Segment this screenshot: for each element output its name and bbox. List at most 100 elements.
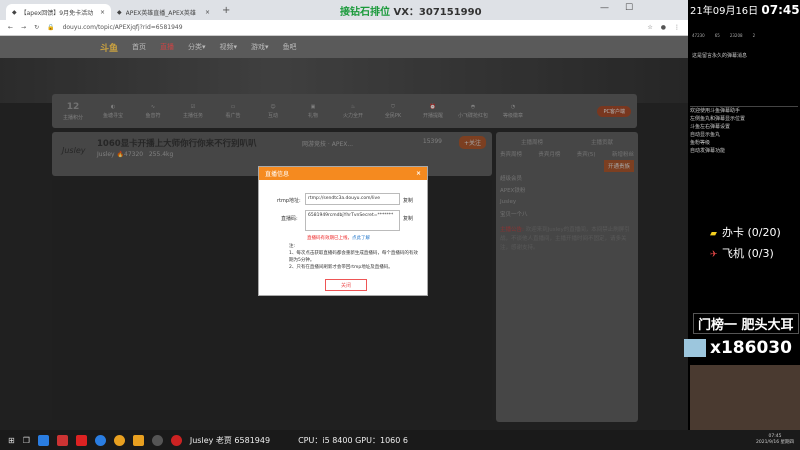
subtab[interactable]: 贵宾周榜 <box>500 150 522 158</box>
nav-yuba[interactable]: 鱼吧 <box>283 42 297 52</box>
maximize-button[interactable]: ☐ <box>625 3 633 13</box>
tool-label: 全民PK <box>384 112 402 119</box>
douyu-icon: ◆ <box>12 8 17 16</box>
close-button[interactable]: 关闭 <box>325 279 367 291</box>
ranking-sidebar: 主播周榜 主播贡献 贵宾周榜 贵宾月榜 贵宾(5) 新增粉丝 开通贵族 超级会员 APE… <box>496 132 638 422</box>
tool-item[interactable]: ☑ 主播任务 <box>178 104 208 119</box>
anchor-points[interactable]: 12 主播积分 <box>58 102 88 121</box>
tool-item[interactable]: ⏰ 开播提醒 <box>418 104 448 119</box>
tab-bar: ◆【apex回馈】9月免卡活动× ◆APEX英雄直播_APEX英雄直播视频× +… <box>0 0 688 20</box>
minimize-button[interactable]: — <box>600 3 609 13</box>
subtab[interactable]: 新增粉丝 <box>612 150 634 158</box>
new-tab-button[interactable]: + <box>216 5 236 16</box>
stat: 2 <box>752 33 756 38</box>
subtab[interactable]: 贵宾月榜 <box>538 150 560 158</box>
chat-message: 欢迎使用斗鱼弹幕助手 <box>690 108 741 114</box>
fan-count: 15399 <box>422 138 442 145</box>
wechat-banner: 接钻石排位 VX：307151990 <box>340 3 482 18</box>
system-clock[interactable]: 07:45 2021/9/16 星期四 <box>756 434 800 446</box>
chrome-icon[interactable] <box>113 434 125 446</box>
streamer-name[interactable]: Jusley <box>97 151 115 158</box>
nav-home[interactable]: 首页 <box>132 42 146 52</box>
list-item: 宝贝一个八 <box>500 208 634 220</box>
tool-label: 等级徽章 <box>502 112 523 119</box>
nav-video[interactable]: 视频▾ <box>220 42 238 52</box>
app-icon[interactable] <box>170 434 182 446</box>
tool-item[interactable]: ◐ 鱼塘寻宝 <box>98 104 128 119</box>
nav-category[interactable]: 分类▾ <box>188 42 206 52</box>
app-icon[interactable] <box>132 434 144 446</box>
tab-weekly-rank[interactable]: 主播周榜 <box>521 138 543 146</box>
webcam-feed <box>690 365 800 430</box>
shield-icon: ⛉ <box>391 103 395 110</box>
task-view-icon[interactable]: ❐ <box>23 436 30 445</box>
copy-key-button[interactable]: 复制 <box>403 215 413 222</box>
tool-item[interactable]: ◓ 小飞碟抢红包 <box>458 104 488 119</box>
tab-label: APEX英雄直播_APEX英雄直播视频 <box>125 9 196 17</box>
tab-apex-event[interactable]: ◆ 【apex回馈】9月免卡活动 × <box>6 4 111 20</box>
douyu-logo[interactable]: 斗鱼 <box>100 41 118 54</box>
follow-button[interactable]: +关注 <box>458 136 486 149</box>
reload-icon[interactable]: ↻ <box>34 24 39 31</box>
goal-progress: (0/3) <box>747 247 774 260</box>
list-item: 超级会员 <box>500 172 634 184</box>
close-tab-icon[interactable]: × <box>100 9 105 16</box>
tool-label: 小飞碟抢红包 <box>458 112 489 119</box>
stream-label: Jusley 老贾 6581949 <box>189 435 271 445</box>
close-icon[interactable]: × <box>416 170 421 177</box>
stream-key-input[interactable]: 6581949rcmdbjYhrTvnSecret=******* <box>305 210 400 231</box>
rtmp-label: rtmp地址: <box>277 198 301 204</box>
subtab[interactable]: 贵宾(5) <box>577 150 596 158</box>
tool-item[interactable]: ☺ 互动 <box>258 104 288 119</box>
top-contributor-value: x186030 <box>684 338 792 358</box>
rtmp-input[interactable]: rtmp://sendtc3a.douyu.com/live <box>305 193 400 205</box>
viewer-count: 255.4kg <box>148 151 174 158</box>
open-noble-button[interactable]: 开通贵族 <box>603 160 634 172</box>
tool-item[interactable]: ∿ 鱼音符 <box>138 104 168 119</box>
nav-live[interactable]: 直播 <box>160 42 174 52</box>
pinned-message: 这是留言永久的弹幕消息 <box>692 53 748 59</box>
fire-icon: ♨ <box>350 103 356 110</box>
learn-more-link[interactable]: 点此了解 <box>352 236 370 241</box>
profile-icon[interactable]: ● <box>661 24 666 31</box>
stat: 23208 <box>729 33 743 38</box>
points-count: 12 <box>66 101 80 112</box>
list-item: APEX铁粉 <box>500 184 634 196</box>
url-input[interactable]: douyu.com/topic/APEXjqfj?rid=6581949 <box>63 24 640 31</box>
star-icon[interactable]: ☆ <box>647 24 652 31</box>
app-icon[interactable] <box>75 434 87 446</box>
tool-item[interactable]: ♨ 火力全开 <box>338 104 368 119</box>
room-category[interactable]: 网游竞技 · APEX... <box>302 139 353 148</box>
menu-icon[interactable]: ⋮ <box>674 24 680 31</box>
tool-item[interactable]: ▭ 看广告 <box>218 104 248 119</box>
back-icon[interactable]: ← <box>8 24 13 31</box>
tool-item[interactable]: ▣ 礼物 <box>298 104 328 119</box>
forward-icon[interactable]: → <box>21 24 26 31</box>
plane-icon: ✈ <box>710 250 718 260</box>
tool-item[interactable]: ◔ 等级徽章 <box>498 104 528 119</box>
key-warning: 直播码有效期已上线，点此了解 <box>307 235 370 241</box>
note: 2、只有在直播间刷新才会带回rtmp地址及直播码。 <box>289 265 393 270</box>
nav-games[interactable]: 游戏▾ <box>251 42 269 52</box>
tab-apex-live[interactable]: ◆APEX英雄直播_APEX英雄直播视频 × <box>111 4 216 20</box>
obs-icon[interactable] <box>151 434 163 446</box>
goal-plane: ✈ 飞机 (0/3) <box>710 245 774 261</box>
card-icon: ▰ <box>710 229 717 239</box>
close-tab-icon[interactable]: × <box>205 9 210 16</box>
tool-label: 火力全开 <box>342 112 363 119</box>
copy-rtmp-button[interactable]: 复制 <box>403 197 413 204</box>
wave-icon: ∿ <box>150 103 156 110</box>
ad-icon: ▭ <box>230 103 236 110</box>
start-icon[interactable]: ⊞ <box>8 436 15 445</box>
room-title: 1060显卡开播上大师你行你来不行别叭叭 <box>97 139 257 149</box>
tab-contribution[interactable]: 主播贡献 <box>591 138 613 146</box>
top-contributor-label: 门榜一 肥头大耳 <box>693 313 799 334</box>
users-icon: ☺ <box>270 103 276 110</box>
edge-icon[interactable] <box>94 434 106 446</box>
app-icon[interactable] <box>37 434 49 446</box>
pc-client-button[interactable]: PC客户端 <box>597 105 631 117</box>
streamer-avatar[interactable]: Jusley <box>62 146 85 155</box>
douyu-icon: ◆ <box>117 8 122 16</box>
tool-item[interactable]: ⛉ 全民PK <box>378 104 408 119</box>
app-icon[interactable] <box>56 434 68 446</box>
